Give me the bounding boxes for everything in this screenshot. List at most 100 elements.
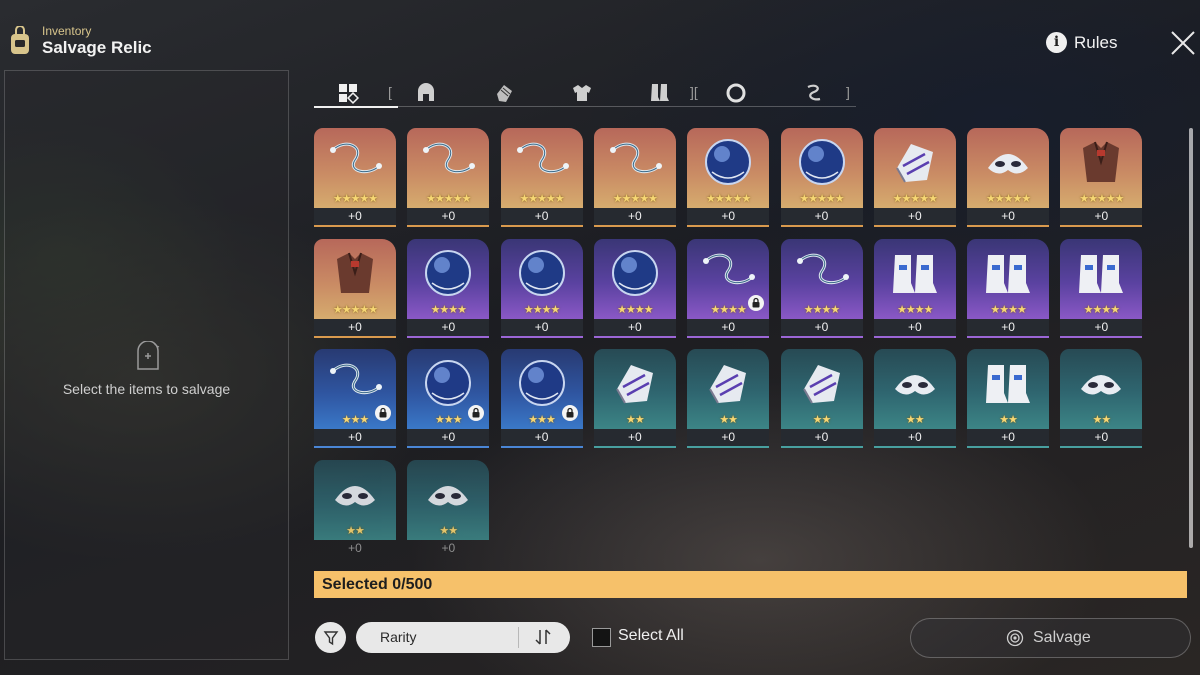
- relic-card[interactable]: ★★★★ +0: [500, 238, 583, 338]
- tab-hands[interactable]: [482, 80, 526, 106]
- tab-body[interactable]: [560, 80, 604, 106]
- rules-label: Rules: [1074, 32, 1118, 52]
- head-relic-icon: [428, 485, 469, 506]
- relic-card[interactable]: ★★★★ +0: [780, 238, 863, 338]
- rope-relic-icon: [609, 142, 662, 174]
- relic-card[interactable]: ★★★★★ +0: [967, 128, 1050, 227]
- rarity-stars: ★★: [999, 414, 1018, 426]
- relic-card[interactable]: ★★★ +0: [407, 349, 490, 448]
- hands-relic-icon: [895, 144, 933, 183]
- relic-level: +0: [687, 318, 770, 338]
- head-relic-icon: [335, 485, 375, 506]
- relic-card[interactable]: ★★★★★ +0: [873, 128, 956, 227]
- tab-rope[interactable]: [792, 80, 836, 106]
- rarity-stars: ★★★★★: [612, 193, 658, 205]
- relic-card[interactable]: ★★ +0: [407, 459, 490, 557]
- relic-card[interactable]: ★★ +0: [873, 349, 956, 448]
- rarity-stars: ★★: [1092, 414, 1112, 426]
- sphere-relic-icon: [518, 249, 565, 296]
- relic-card[interactable]: ★★★ +0: [500, 349, 583, 448]
- relic-card[interactable]: ★★ +0: [1060, 349, 1143, 448]
- relic-card[interactable]: ★★★★ +0: [407, 238, 490, 338]
- tab-sphere[interactable]: [714, 80, 758, 106]
- page-title: Salvage Relic: [42, 38, 152, 57]
- scrollbar[interactable]: [1189, 128, 1193, 548]
- hands-relic-icon: [802, 365, 840, 404]
- relic-level: +0: [873, 429, 956, 448]
- relic-level: +0: [967, 429, 1050, 448]
- close-icon[interactable]: [1168, 28, 1198, 58]
- feet-relic-icon: [892, 254, 937, 293]
- rarity-stars: ★★: [905, 414, 925, 426]
- relic-level: +0: [407, 429, 490, 448]
- relic-card[interactable]: ★★★★ +0: [967, 238, 1050, 338]
- salvage-button[interactable]: Salvage: [910, 618, 1191, 658]
- rarity-stars: ★★★★★: [426, 193, 471, 205]
- sort-order-icon[interactable]: [534, 628, 552, 646]
- head-relic-icon: [1081, 375, 1122, 395]
- relic-card[interactable]: ★★ +0: [967, 349, 1050, 448]
- hands-relic-icon: [709, 365, 747, 404]
- select-all-label[interactable]: Select All: [618, 627, 684, 645]
- bracket-mid: ][: [690, 84, 698, 100]
- rarity-stars: ★★★★: [617, 303, 653, 316]
- relic-level: +0: [967, 318, 1050, 338]
- relic-card[interactable]: ★★★★★ +0: [407, 128, 490, 227]
- relic-card[interactable]: ★★★★★ +0: [593, 128, 676, 227]
- relic-card[interactable]: ★★ +0: [593, 349, 676, 448]
- rarity-stars: ★★★★: [803, 303, 840, 316]
- rope-relic-icon: [423, 142, 476, 174]
- header-subtitle: Inventory: [42, 24, 92, 38]
- ring-icon: [726, 83, 746, 103]
- relic-level: +0: [500, 318, 583, 338]
- rules-button[interactable]: i Rules: [1046, 32, 1117, 53]
- relic-card[interactable]: ★★ +0: [314, 459, 396, 557]
- sort-label: Rarity: [380, 629, 417, 645]
- salvage-selection-panel: Select the items to salvage: [4, 70, 289, 660]
- scrollbar-thumb[interactable]: [1189, 128, 1193, 548]
- relic-card[interactable]: ★★ +0: [780, 349, 863, 448]
- relic-card[interactable]: ★★★★★ +0: [500, 128, 583, 227]
- relic-level: +0: [873, 208, 956, 227]
- relic-card[interactable]: ★★★★★ +0: [314, 238, 396, 338]
- sphere-relic-icon: [611, 249, 658, 296]
- relic-card[interactable]: ★★★ +0: [314, 349, 396, 448]
- relic-level: +0: [348, 540, 362, 555]
- relic-level: +0: [1060, 208, 1143, 227]
- hands-relic-icon: [616, 365, 653, 404]
- tab-feet[interactable]: [638, 80, 682, 106]
- relic-level: +0: [407, 208, 490, 227]
- body-relic-icon: [1083, 141, 1120, 182]
- sort-divider: [518, 627, 519, 648]
- relic-card[interactable]: ★★ +0: [687, 349, 770, 448]
- tab-all[interactable]: [314, 80, 398, 108]
- filter-button[interactable]: [315, 622, 346, 653]
- salvage-icon: [1006, 629, 1024, 647]
- empty-relic-icon: [137, 341, 160, 370]
- rope-relic-icon: [330, 363, 382, 395]
- relic-level: +0: [407, 318, 490, 338]
- page-header: Inventory Salvage Relic: [8, 24, 152, 58]
- relic-card[interactable]: ★★★★★ +0: [780, 128, 863, 227]
- relic-card[interactable]: ★★★★★ +0: [1060, 128, 1143, 227]
- relic-level: +0: [780, 318, 863, 338]
- tab-divider: [386, 106, 856, 107]
- relic-card[interactable]: ★★★★★ +0: [314, 128, 396, 227]
- relic-level: +0: [314, 208, 396, 227]
- sort-rarity-dropdown[interactable]: Rarity: [356, 622, 570, 653]
- filter-icon: [323, 630, 338, 645]
- relic-card[interactable]: ★★★★ +0: [1060, 238, 1143, 338]
- rarity-stars: ★★: [719, 414, 738, 426]
- tab-head[interactable]: [404, 80, 448, 106]
- select-all-checkbox[interactable]: [592, 628, 611, 647]
- body-relic-icon: [337, 252, 373, 293]
- relic-card[interactable]: ★★★★ +0: [873, 238, 956, 338]
- relic-card[interactable]: ★★★★ +0: [687, 238, 770, 338]
- feet-relic-icon: [1079, 254, 1124, 293]
- rope-relic-icon: [330, 142, 382, 174]
- relic-card[interactable]: ★★★★ +0: [593, 238, 676, 338]
- sphere-relic-icon: [518, 360, 565, 406]
- rarity-stars: ★★★★★: [332, 193, 378, 205]
- relic-level: +0: [500, 208, 583, 227]
- relic-card[interactable]: ★★★★★ +0: [687, 128, 770, 227]
